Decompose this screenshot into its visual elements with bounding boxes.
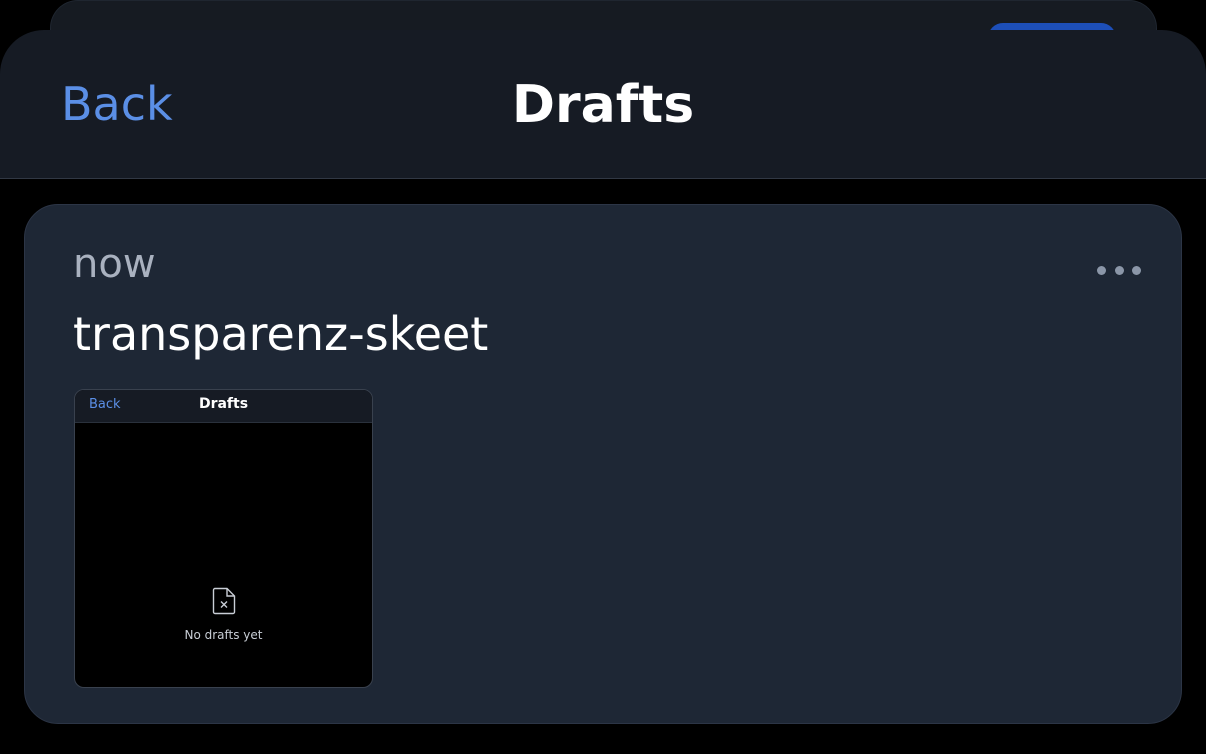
preview-title: Drafts (198, 396, 249, 412)
draft-timestamp: now (73, 241, 156, 287)
preview-empty-text: No drafts yet (184, 628, 263, 642)
draft-preview-thumbnail[interactable]: Back Drafts No drafts yet (74, 389, 373, 688)
more-dot (1097, 265, 1106, 275)
more-dot (1132, 265, 1141, 275)
page-title: Drafts (511, 75, 695, 135)
drafts-header: Back Drafts (0, 30, 1206, 179)
preview-header: Back Drafts (75, 390, 372, 423)
drafts-sheet: Back Drafts now transparenz-skeet Back D… (0, 30, 1206, 754)
draft-title: transparenz-skeet (73, 307, 489, 361)
more-dot (1114, 265, 1124, 275)
file-x-icon (212, 587, 236, 615)
more-options-icon[interactable] (1097, 263, 1141, 277)
draft-card[interactable]: now transparenz-skeet Back Drafts No dra… (24, 204, 1182, 724)
